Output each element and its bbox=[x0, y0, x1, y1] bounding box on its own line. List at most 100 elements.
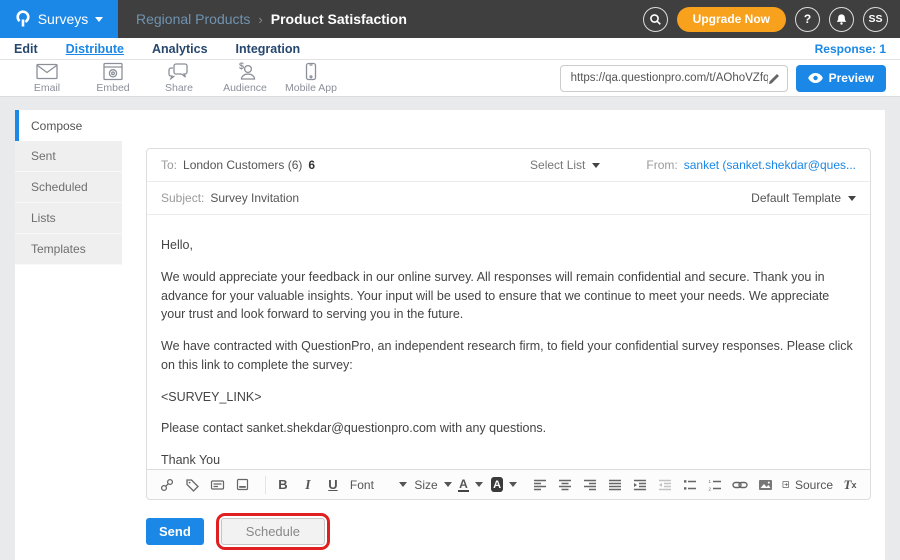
chevron-down-icon bbox=[475, 482, 483, 487]
channel-label: Audience bbox=[223, 82, 267, 94]
template-label: Default Template bbox=[751, 191, 841, 205]
sidebar-item-compose[interactable]: Compose bbox=[15, 110, 122, 141]
breadcrumb-parent-link[interactable]: Regional Products bbox=[136, 11, 250, 27]
chevron-down-icon bbox=[444, 482, 452, 487]
embed-box-icon[interactable] bbox=[234, 474, 250, 496]
upgrade-now-button[interactable]: Upgrade Now bbox=[677, 7, 786, 32]
align-left-icon[interactable] bbox=[532, 474, 548, 496]
schedule-button[interactable]: Schedule bbox=[221, 518, 325, 545]
tab-analytics[interactable]: Analytics bbox=[152, 39, 208, 59]
subject-label: Subject: bbox=[161, 191, 204, 205]
product-label: Surveys bbox=[38, 11, 89, 27]
compose-actions: Send Schedule bbox=[146, 513, 330, 550]
topbar-actions: Upgrade Now ? SS bbox=[643, 7, 900, 32]
recipient-count: 6 bbox=[308, 158, 315, 172]
template-dropdown[interactable]: Default Template bbox=[751, 191, 856, 205]
source-label: Source bbox=[795, 478, 833, 492]
svg-text:1: 1 bbox=[709, 479, 712, 484]
channel-share[interactable]: Share bbox=[146, 62, 212, 94]
sidebar-item-label: Lists bbox=[31, 211, 56, 225]
channel-audience[interactable]: $ Audience bbox=[212, 62, 278, 94]
tab-distribute[interactable]: Distribute bbox=[66, 39, 124, 59]
sidebar-item-label: Compose bbox=[31, 119, 82, 133]
insert-link-icon[interactable] bbox=[732, 474, 748, 496]
from-value[interactable]: sanket (sanket.shekdar@ques... bbox=[684, 158, 856, 172]
chevron-down-icon bbox=[592, 163, 600, 168]
surveys-menu[interactable]: Surveys bbox=[0, 0, 118, 38]
share-chat-icon bbox=[167, 62, 191, 81]
align-center-icon[interactable] bbox=[557, 474, 573, 496]
distribute-channel-toolbar: Email Embed Share bbox=[0, 60, 900, 97]
rich-text-toolbar: B I U Font Size A bbox=[147, 469, 870, 499]
distribute-panel: Compose Sent Scheduled Lists Templates bbox=[15, 110, 885, 560]
tag-icon[interactable] bbox=[184, 474, 200, 496]
body-paragraph: <SURVEY_LINK> bbox=[161, 388, 856, 407]
audience-icon: $ bbox=[233, 62, 257, 81]
increase-indent-icon[interactable] bbox=[632, 474, 648, 496]
merge-field-icon[interactable] bbox=[209, 474, 225, 496]
channel-label: Email bbox=[34, 82, 60, 94]
tab-integration[interactable]: Integration bbox=[236, 39, 301, 59]
bold-button[interactable]: B bbox=[275, 474, 291, 496]
chevron-down-icon bbox=[399, 482, 407, 487]
sidebar-item-sent[interactable]: Sent bbox=[15, 141, 122, 172]
sidebar-item-lists[interactable]: Lists bbox=[15, 203, 122, 234]
send-button[interactable]: Send bbox=[146, 518, 204, 545]
chevron-down-icon bbox=[848, 196, 856, 201]
channel-label: Mobile App bbox=[285, 82, 337, 94]
chevron-down-icon bbox=[95, 17, 103, 22]
numbered-list-icon[interactable]: 1 2 bbox=[707, 474, 723, 496]
survey-url-box bbox=[560, 65, 788, 92]
survey-nav-tabs: Edit Distribute Analytics Integration Re… bbox=[0, 38, 900, 60]
mobile-phone-icon bbox=[304, 62, 318, 81]
from-label: From: bbox=[646, 158, 677, 172]
channel-email[interactable]: Email bbox=[14, 62, 80, 94]
toolbar-divider bbox=[265, 476, 266, 494]
underline-button[interactable]: U bbox=[325, 474, 341, 496]
bulleted-list-icon[interactable] bbox=[682, 474, 698, 496]
tab-edit[interactable]: Edit bbox=[14, 39, 38, 59]
size-dropdown[interactable]: Size bbox=[416, 474, 450, 496]
align-right-icon[interactable] bbox=[582, 474, 598, 496]
pencil-icon bbox=[768, 72, 781, 85]
to-label: To: bbox=[161, 158, 177, 172]
remove-format-button[interactable]: Tx bbox=[842, 474, 858, 496]
font-label: Font bbox=[350, 478, 374, 492]
breadcrumb-separator-icon: › bbox=[258, 12, 262, 27]
top-bar: Surveys Regional Products › Product Sati… bbox=[0, 0, 900, 38]
channel-mobile-app[interactable]: Mobile App bbox=[278, 62, 344, 94]
body-paragraph: Please contact sanket.shekdar@questionpr… bbox=[161, 419, 856, 438]
body-paragraph: Thank You bbox=[161, 451, 856, 470]
help-button[interactable]: ? bbox=[795, 7, 820, 32]
source-button[interactable]: Source bbox=[782, 474, 833, 496]
eye-icon bbox=[808, 73, 823, 83]
sidebar-item-templates[interactable]: Templates bbox=[15, 234, 122, 265]
bell-icon bbox=[835, 13, 848, 26]
survey-url-input[interactable] bbox=[571, 72, 768, 84]
search-button[interactable] bbox=[643, 7, 668, 32]
edit-url-button[interactable] bbox=[768, 72, 781, 85]
font-dropdown[interactable]: Font bbox=[350, 474, 407, 496]
response-count[interactable]: Response: 1 bbox=[815, 42, 886, 56]
decrease-indent-icon[interactable] bbox=[657, 474, 673, 496]
body-paragraph: We have contracted with QuestionPro, an … bbox=[161, 337, 856, 375]
preview-button[interactable]: Preview bbox=[796, 65, 886, 92]
insert-survey-link-icon[interactable] bbox=[159, 474, 175, 496]
insert-image-icon[interactable] bbox=[757, 474, 773, 496]
channel-embed[interactable]: Embed bbox=[80, 62, 146, 94]
italic-button[interactable]: I bbox=[300, 474, 316, 496]
subject-value[interactable]: Survey Invitation bbox=[210, 191, 299, 205]
notifications-button[interactable] bbox=[829, 7, 854, 32]
to-value[interactable]: London Customers (6) bbox=[183, 158, 302, 172]
background-color-button[interactable]: A bbox=[491, 474, 518, 496]
embed-icon bbox=[102, 62, 124, 81]
select-list-dropdown[interactable]: Select List bbox=[530, 158, 600, 172]
email-body-editor[interactable]: Hello, We would appreciate your feedback… bbox=[147, 215, 870, 491]
avatar[interactable]: SS bbox=[863, 7, 888, 32]
sidebar-item-scheduled[interactable]: Scheduled bbox=[15, 172, 122, 203]
distribute-page: Surveys Regional Products › Product Sati… bbox=[0, 0, 900, 560]
bg-color-letter: A bbox=[491, 477, 504, 492]
justify-icon[interactable] bbox=[607, 474, 623, 496]
text-color-button[interactable]: A bbox=[459, 474, 482, 496]
sidebar-item-label: Templates bbox=[31, 242, 86, 256]
